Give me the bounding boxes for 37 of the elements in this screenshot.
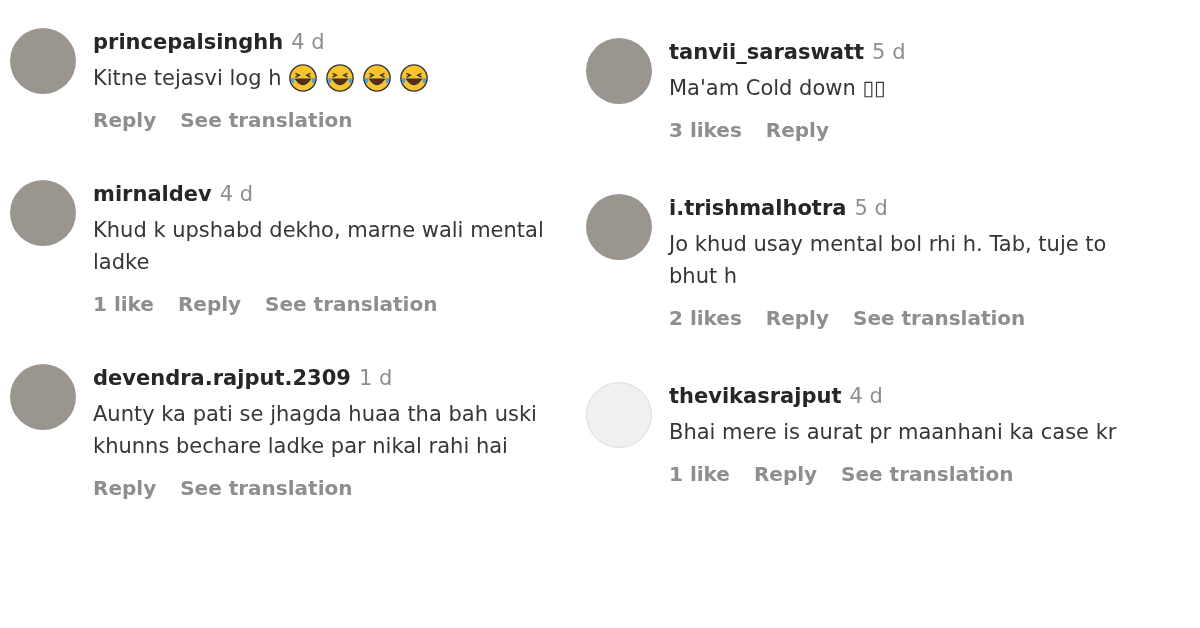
laughing-tears-emoji-icon xyxy=(399,63,430,93)
action-link[interactable]: See translation xyxy=(265,292,438,316)
username[interactable]: devendra.rajput.2309 xyxy=(93,366,351,390)
like-count[interactable]: 2 likes xyxy=(669,306,742,330)
username[interactable]: mirnaldev xyxy=(93,182,212,206)
like-count[interactable]: 1 like xyxy=(93,292,154,316)
laughing-tears-emoji-icon xyxy=(288,63,319,93)
action-link[interactable]: See translation xyxy=(853,306,1026,330)
username[interactable]: thevikasrajput xyxy=(669,384,842,408)
comment-text: Kitne tejasvi log h xyxy=(93,65,282,92)
action-link[interactable]: Reply xyxy=(765,306,829,330)
comment-time: 4 d xyxy=(849,384,883,408)
username[interactable]: princepalsinghh xyxy=(93,30,284,54)
action-link[interactable]: See translation xyxy=(180,108,353,132)
action-link[interactable]: Reply xyxy=(765,118,829,142)
like-count[interactable]: 3 likes xyxy=(669,118,742,142)
laughing-tears-emoji-icon xyxy=(325,63,356,93)
action-link[interactable]: Reply xyxy=(177,292,242,316)
comment-text: Khud k upshabd dekho, marne wali mental ladke xyxy=(93,217,545,276)
comment-time: 5 d xyxy=(854,196,888,220)
action-link[interactable]: See translation xyxy=(841,462,1014,486)
comment-text: Jo khud usay mental bol rhi h. Tab, tuje to bhut h xyxy=(669,231,1108,290)
comment-time: 1 d xyxy=(358,366,393,390)
username[interactable]: i.trishmalhotra xyxy=(669,196,847,220)
comment-text: Ma'am Cold down ▯▯ xyxy=(669,75,886,102)
action-link[interactable]: See translation xyxy=(180,476,353,500)
comment-time: 5 d xyxy=(872,40,906,64)
comment-time: 4 d xyxy=(219,182,254,206)
username[interactable]: tanvii_saraswatt xyxy=(669,40,865,64)
like-count[interactable]: 1 like xyxy=(669,462,730,486)
comment-text: Bhai mere is aurat pr maanhani ka case kr xyxy=(669,419,1117,446)
action-link[interactable]: Reply xyxy=(93,108,157,132)
action-link[interactable]: Reply xyxy=(93,476,157,500)
action-link[interactable]: Reply xyxy=(753,462,818,486)
comment-time: 4 d xyxy=(291,30,325,54)
comment-text: Aunty ka pati se jhagda huaa tha bah uski khunns bechare ladke par nikal rahi hai xyxy=(93,401,538,460)
laughing-tears-emoji-icon xyxy=(362,63,393,93)
